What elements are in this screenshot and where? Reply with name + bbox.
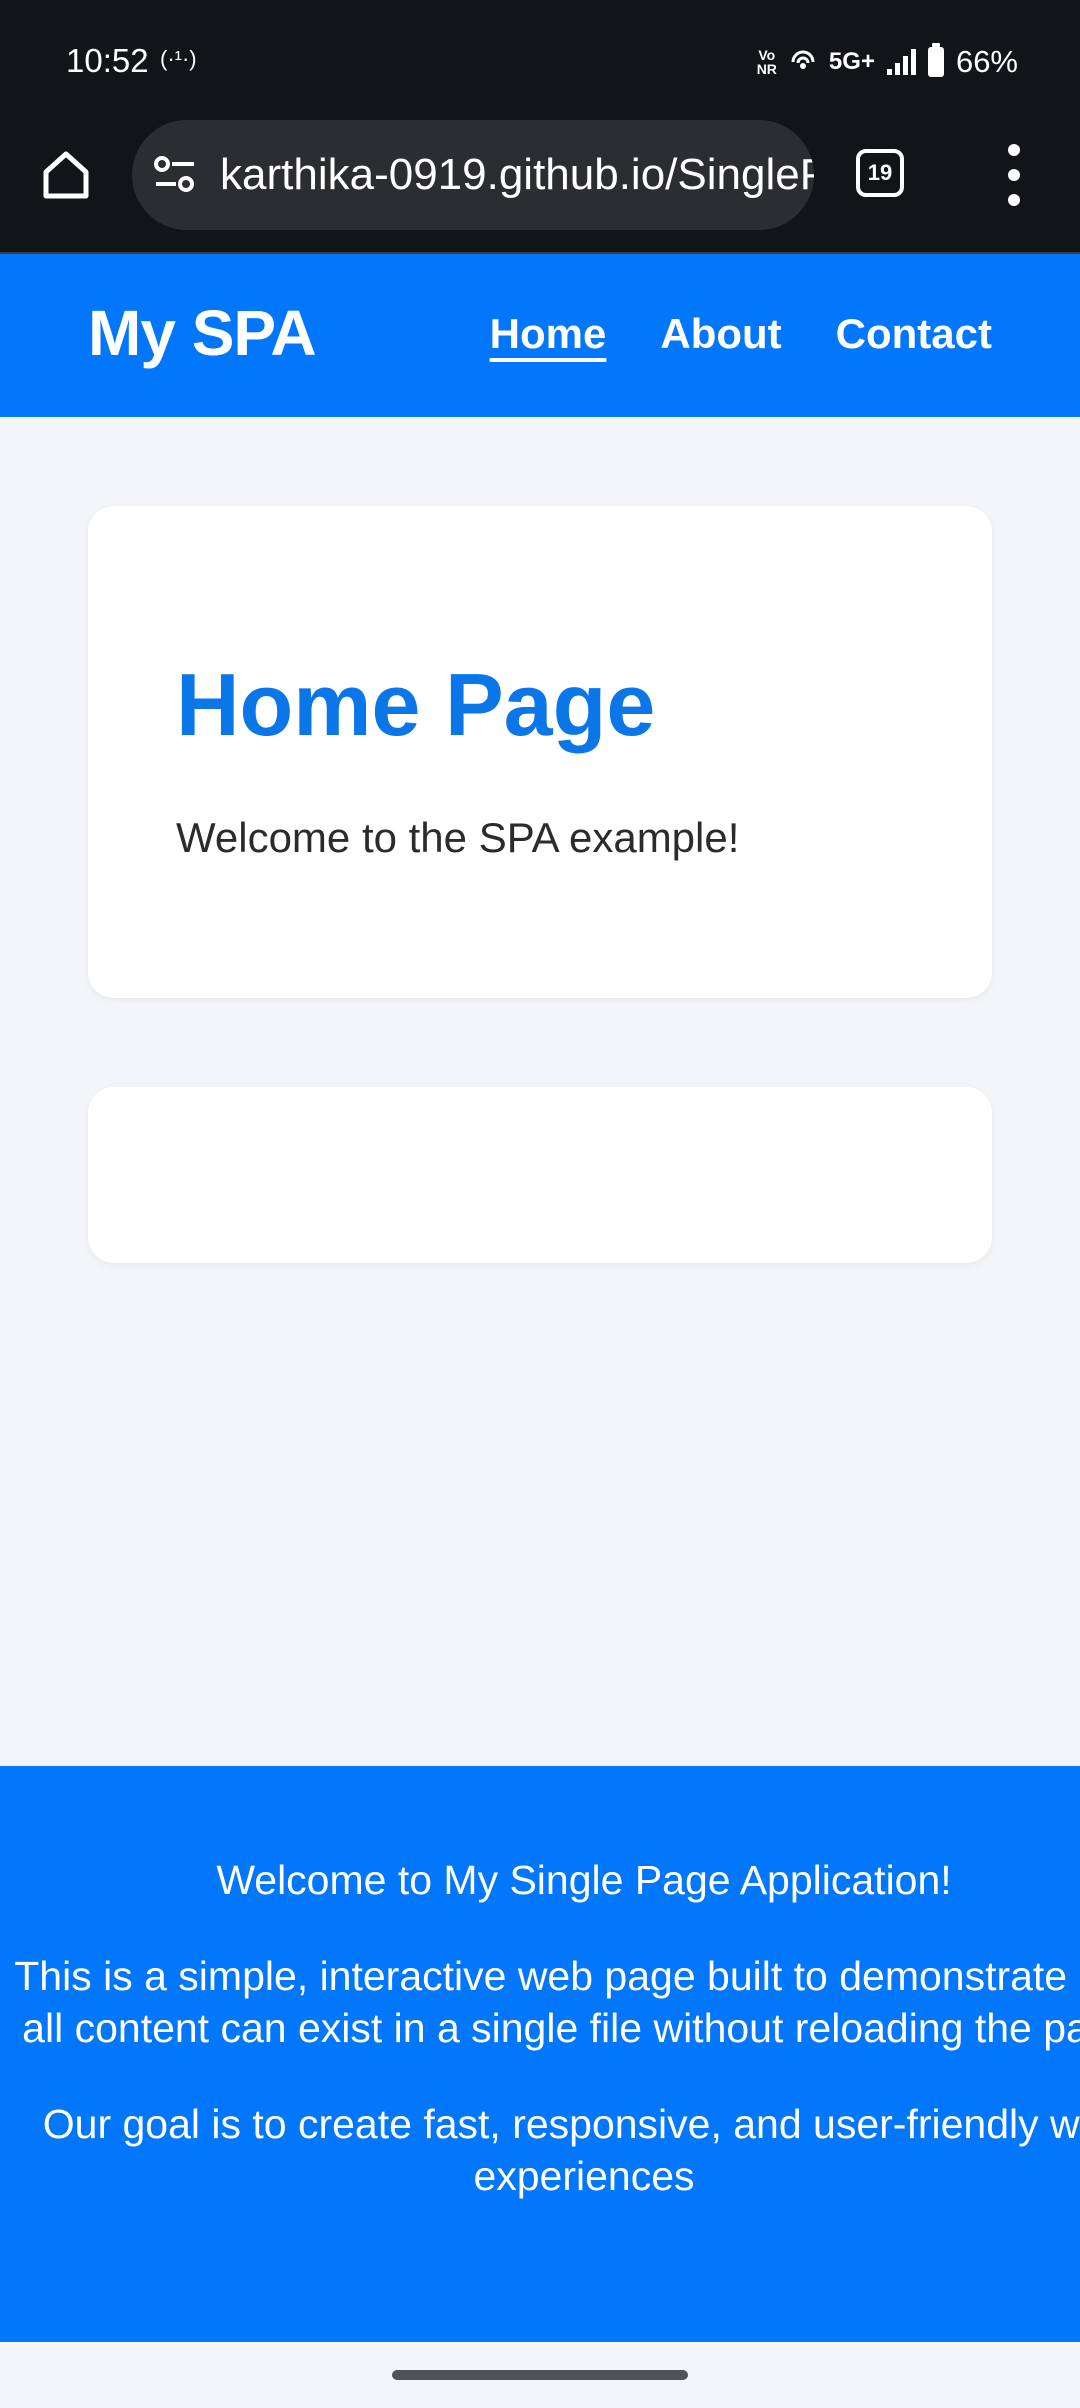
footer-welcome: Welcome to My Single Page Application! [216,1857,952,1903]
footer-content: Welcome to My Single Page Application! T… [0,1854,1080,2246]
nav-contact[interactable]: Contact [836,310,992,358]
vonr-icon: Vo NR [756,47,777,77]
signal-icon [886,49,916,75]
browser-toolbar: karthika-0919.github.io/SinglePageApplic… [0,120,1080,254]
url-text[interactable]: karthika-0919.github.io/SinglePageApplic… [220,150,814,200]
battery-level: 66% [955,44,1018,79]
site-footer: Welcome to My Single Page Application! T… [0,1766,1080,2342]
tab-switcher-icon[interactable]: 19 [856,149,904,197]
tune-icon[interactable] [152,154,198,194]
status-indicators: Vo NR 5G+ 66% [756,43,1018,80]
battery-icon [927,43,944,77]
more-vert-icon[interactable] [1000,144,1028,206]
status-bar: 10:52 (·¹·) Vo NR 5G+ 66% [0,0,1080,120]
network-type: 5G+ [828,48,875,75]
welcome-text: Welcome to the SPA example! [176,814,740,861]
status-time: 10:52 [66,42,149,79]
address-bar[interactable]: karthika-0919.github.io/SinglePageApplic… [132,120,814,230]
hotspot-icon: (·¹·) [160,46,197,71]
footer-description: This is a simple, interactive web page b… [14,1953,1080,2051]
empty-card [88,1087,992,1263]
nav-home[interactable]: Home [490,310,607,358]
wifi-calling-icon [791,50,815,69]
main-nav: Home About Contact [490,310,992,358]
footer-goal: Our goal is to create fast, responsive, … [42,2101,1080,2199]
home-card: Home Page Welcome to the SPA example! [88,506,992,998]
gesture-bar[interactable] [392,2370,688,2380]
site-header: My SPA Home About Contact [0,254,1080,417]
home-icon[interactable] [38,146,94,202]
nav-about[interactable]: About [660,310,781,358]
page-title: Home Page [176,655,656,754]
site-logo[interactable]: My SPA [88,296,317,370]
